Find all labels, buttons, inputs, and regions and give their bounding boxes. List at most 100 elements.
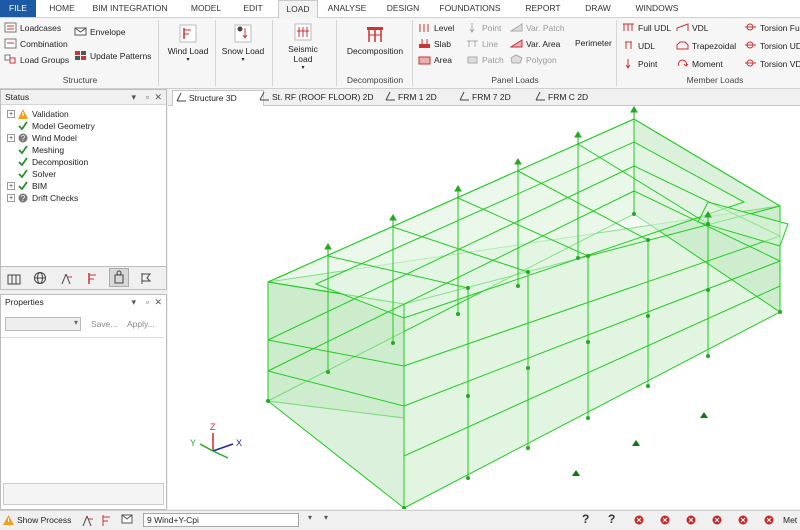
error-icon[interactable] <box>660 515 670 527</box>
menu-report[interactable]: REPORT <box>518 0 568 17</box>
help-icon[interactable]: ? <box>608 512 615 526</box>
close-icon[interactable]: ✕ <box>154 90 162 104</box>
save-button[interactable]: Save... <box>91 319 117 329</box>
status-tree-item[interactable]: Solver <box>7 168 56 180</box>
status-tree-item[interactable]: Model Geometry <box>7 120 95 132</box>
full-udl-button[interactable]: Full UDL <box>622 22 671 33</box>
axis-y-label: Y <box>190 438 196 448</box>
apply-button[interactable]: Apply... <box>127 319 155 329</box>
pin-icon[interactable]: ▫ <box>146 90 149 104</box>
wind-icon[interactable] <box>85 271 99 287</box>
loadcase-select[interactable]: 9 Wind+Y-Cpi <box>143 513 299 527</box>
chevron-down-icon: ▾ <box>301 65 305 71</box>
chevron-down-icon[interactable]: ▾ <box>304 513 316 527</box>
level-button[interactable]: Level <box>418 22 454 33</box>
panel-toolbar <box>0 266 167 290</box>
close-icon[interactable]: ✕ <box>154 295 162 309</box>
menu-load[interactable]: LOAD <box>278 0 318 18</box>
envelope-button[interactable]: Envelope <box>74 26 125 37</box>
status-panel-title: Status <box>5 92 30 102</box>
expand-icon[interactable]: + <box>7 134 15 142</box>
menu-bim-integration[interactable]: BIM INTEGRATION <box>90 0 170 17</box>
axis-triad <box>199 433 234 459</box>
status-tree-item[interactable]: Decomposition <box>7 156 88 168</box>
decomposition-button[interactable]: Decomposition <box>344 24 406 56</box>
ribbon-separator <box>336 20 337 86</box>
tab-roof-floor-2d[interactable]: St. RF (ROOF FLOOR) 2D <box>256 90 388 105</box>
line-button-disabled[interactable]: Line <box>466 38 498 49</box>
structure-model[interactable]: Z X Y <box>168 106 800 510</box>
menu-draw[interactable]: DRAW <box>578 0 618 17</box>
patch-button-disabled[interactable]: Patch <box>466 54 504 65</box>
var-patch-button-disabled[interactable]: Var. Patch <box>509 22 565 33</box>
combination-button[interactable]: Combination <box>4 38 68 49</box>
udl-button[interactable]: UDL <box>622 40 655 51</box>
mail-icon[interactable] <box>121 514 133 526</box>
load-groups-button[interactable]: Load Groups <box>4 54 69 65</box>
menu-home[interactable]: HOME <box>44 0 80 17</box>
loadcases-button[interactable]: Loadcases <box>4 22 61 33</box>
tab-frm-c-2d[interactable]: FRM C 2D <box>532 90 606 105</box>
weight-icon[interactable] <box>109 268 129 287</box>
menu-design[interactable]: DESIGN <box>380 0 426 17</box>
menu-windows[interactable]: WINDOWS <box>628 0 686 17</box>
slab-button[interactable]: Slab <box>418 38 451 49</box>
update-patterns-button[interactable]: Update Patterns <box>74 50 151 61</box>
trapezoidal-button[interactable]: Trapezoidal <box>676 40 736 51</box>
perimeter-button[interactable]: Perimeter <box>575 38 612 48</box>
status-tree-label: Decomposition <box>32 157 89 167</box>
error-icon[interactable] <box>686 515 696 527</box>
loads-icon[interactable] <box>80 513 94 529</box>
vdl-button[interactable]: VDL <box>676 22 709 33</box>
status-tree-item[interactable]: + Validation <box>7 108 69 120</box>
menu-analyse[interactable]: ANALYSE <box>324 0 370 17</box>
polygon-button-disabled[interactable]: Polygon <box>510 54 557 65</box>
error-icon[interactable] <box>634 515 644 527</box>
tab-frm-1-2d[interactable]: FRM 1 2D <box>382 90 452 105</box>
flag-icon[interactable] <box>139 271 153 287</box>
error-icon[interactable] <box>712 515 722 527</box>
scale-icon[interactable] <box>100 513 114 529</box>
menu-file[interactable]: FILE <box>0 0 36 17</box>
expand-icon[interactable]: + <box>7 194 15 202</box>
menu-model[interactable]: MODEL <box>184 0 228 17</box>
torsion-full-button[interactable]: Torsion Ful <box>744 22 800 33</box>
pin-icon[interactable]: ▫ <box>146 295 149 309</box>
var-area-button[interactable]: Var. Area <box>509 38 560 49</box>
status-tree-item[interactable]: + BIM <box>7 180 47 192</box>
moment-button[interactable]: Moment <box>676 58 723 69</box>
wind-load-icon <box>164 22 212 46</box>
menu-foundations[interactable]: FOUNDATIONS <box>432 0 508 17</box>
load-icon[interactable] <box>59 271 73 287</box>
status-panel-header: Status ▾ ▫ ✕ <box>1 90 166 105</box>
wind-load-button[interactable]: Wind Load ▾ <box>164 22 212 63</box>
help-icon[interactable]: ? <box>582 512 589 526</box>
frame-icon[interactable] <box>7 271 21 287</box>
seismic-load-button[interactable]: Seismic Load ▾ <box>282 22 324 71</box>
status-tree-item[interactable]: Meshing <box>7 144 64 156</box>
error-icon[interactable] <box>738 515 748 527</box>
torsion-udl-button[interactable]: Torsion UD <box>744 40 800 51</box>
member-point-button[interactable]: Point <box>622 58 657 69</box>
area-button[interactable]: Area <box>418 54 452 65</box>
chevron-down-icon[interactable]: ▾ <box>320 513 332 527</box>
dropdown-icon[interactable]: ▾ <box>131 90 136 104</box>
error-icon[interactable] <box>764 515 774 527</box>
3d-viewport[interactable]: Z X Y <box>168 106 800 510</box>
status-tree-item[interactable]: +? Drift Checks <box>7 192 78 204</box>
properties-select[interactable]: ▾ <box>5 317 81 331</box>
expand-icon[interactable]: + <box>7 110 15 118</box>
area-icon <box>418 54 431 65</box>
status-tree-item[interactable]: +? Wind Model <box>7 132 77 144</box>
dropdown-icon[interactable]: ▾ <box>131 295 136 309</box>
tab-frm-7-2d[interactable]: FRM 7 2D <box>456 90 528 105</box>
tab-structure-3d[interactable]: Structure 3D <box>172 90 264 107</box>
point-button-disabled[interactable]: Point <box>466 22 501 33</box>
expand-icon[interactable]: + <box>7 182 15 190</box>
snow-load-button[interactable]: Snow Load ▾ <box>219 22 267 63</box>
var-patch-icon <box>509 22 523 33</box>
globe-icon[interactable] <box>33 271 47 287</box>
menu-edit[interactable]: EDIT <box>234 0 272 17</box>
show-process-button[interactable]: Show Process <box>17 515 71 525</box>
torsion-vdl-button[interactable]: Torsion VD <box>744 58 800 69</box>
